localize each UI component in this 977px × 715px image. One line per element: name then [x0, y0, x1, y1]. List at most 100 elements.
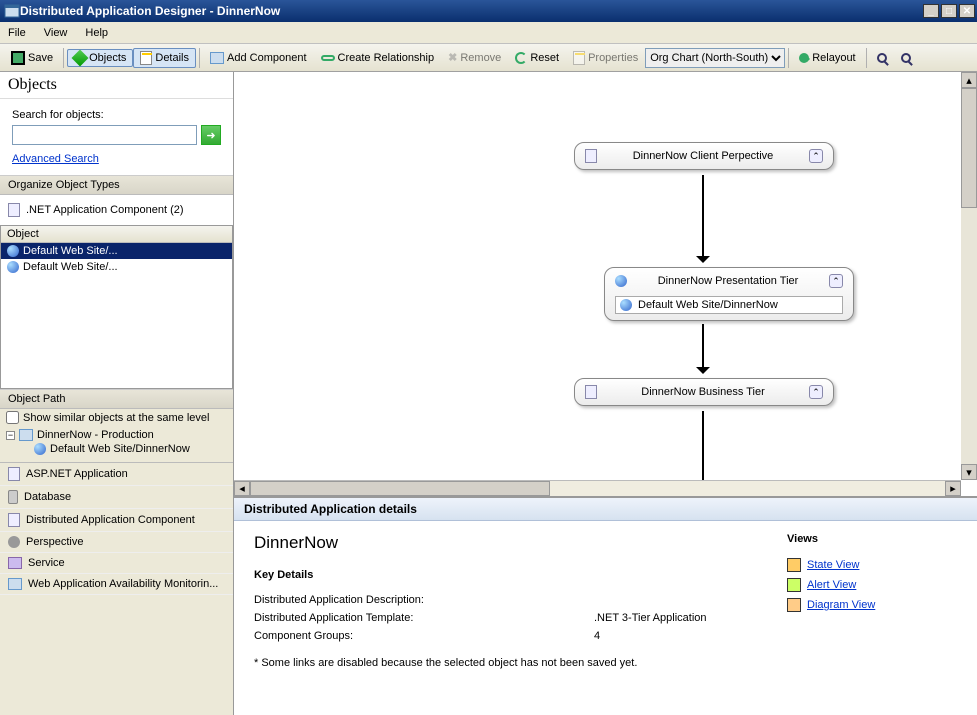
window-titlebar: Distributed Application Designer - Dinne…	[0, 0, 977, 22]
scroll-thumb[interactable]	[961, 88, 977, 208]
reset-button[interactable]: Reset	[508, 49, 566, 67]
node-title: DinnerNow Business Tier	[603, 386, 803, 398]
node-icon	[615, 275, 627, 287]
diagram-node-business[interactable]: DinnerNow Business Tier ⌃	[574, 378, 834, 406]
minimize-button[interactable]: _	[923, 4, 939, 18]
scroll-up-button[interactable]: ▴	[961, 72, 977, 88]
scroll-right-button[interactable]: ▸	[945, 481, 961, 496]
reset-icon	[515, 52, 527, 64]
list-item[interactable]: Database	[0, 486, 233, 509]
detail-row: Distributed Application Description:	[254, 591, 747, 609]
tree-child-label: Default Web Site/DinnerNow	[50, 443, 190, 455]
window-title: Distributed Application Designer - Dinne…	[20, 4, 923, 18]
list-item-label: Distributed Application Component	[26, 514, 195, 526]
objects-label: Objects	[89, 52, 126, 64]
grid-row-label: Default Web Site/...	[23, 245, 118, 257]
database-icon	[8, 490, 18, 504]
layout-dropdown[interactable]: Org Chart (North-South)	[645, 48, 785, 68]
list-item[interactable]: Perspective	[0, 532, 233, 553]
grid-row[interactable]: Default Web Site/...	[1, 243, 232, 259]
show-similar-checkbox[interactable]	[6, 411, 19, 424]
relayout-icon	[799, 53, 809, 63]
objects-panel: Objects Search for objects: ➜ Advanced S…	[0, 72, 234, 715]
tree-child[interactable]: Default Web Site/DinnerNow	[6, 442, 227, 456]
details-toggle[interactable]: Details	[133, 48, 196, 68]
search-input[interactable]	[12, 125, 197, 145]
menu-view[interactable]: View	[44, 27, 68, 39]
grid-header[interactable]: Object	[1, 226, 232, 243]
properties-button[interactable]: Properties	[566, 48, 645, 68]
menu-file[interactable]: File	[8, 27, 26, 39]
perspective-icon	[8, 536, 20, 548]
page-icon	[8, 203, 20, 217]
save-button[interactable]: Save	[4, 48, 60, 68]
diagram-node-client[interactable]: DinnerNow Client Perpective ⌃	[574, 142, 834, 170]
view-label: Alert View	[807, 579, 856, 591]
type-item-net-app[interactable]: .NET Application Component (2)	[8, 201, 225, 219]
maximize-button[interactable]: □	[941, 4, 957, 18]
add-component-label: Add Component	[227, 52, 307, 64]
collapse-icon[interactable]: ⌃	[809, 149, 823, 163]
connector	[702, 324, 704, 368]
remove-button[interactable]: ✖Remove	[441, 48, 508, 67]
list-item-label: ASP.NET Application	[26, 468, 128, 480]
objects-toggle[interactable]: Objects	[67, 49, 133, 67]
node-icon	[585, 149, 597, 163]
state-icon	[787, 558, 801, 572]
details-label: Details	[155, 52, 189, 64]
node-icon	[585, 385, 597, 399]
reset-label: Reset	[530, 52, 559, 64]
details-panel: Distributed Application details DinnerNo…	[234, 497, 977, 715]
cube-icon	[72, 49, 89, 66]
vertical-scrollbar[interactable]: ▴ ▾	[961, 72, 977, 480]
tree-collapse-icon[interactable]: −	[6, 431, 15, 440]
save-icon	[11, 51, 25, 65]
horizontal-scrollbar[interactable]: ◂ ▸	[234, 480, 961, 496]
menu-help[interactable]: Help	[85, 27, 108, 39]
diagram-canvas[interactable]: DinnerNow Client Perpective ⌃ DinnerNow P…	[234, 72, 977, 497]
show-similar-label: Show similar objects at the same level	[23, 412, 209, 424]
list-item[interactable]: ASP.NET Application	[0, 463, 233, 486]
app-icon	[4, 3, 20, 19]
view-link-alert[interactable]: Alert View	[787, 575, 957, 595]
diagram-icon	[787, 598, 801, 612]
list-item[interactable]: Distributed Application Component	[0, 509, 233, 532]
collapse-icon[interactable]: ⌃	[829, 274, 843, 288]
zoom-in-icon	[877, 53, 887, 63]
object-path-header: Object Path	[0, 389, 233, 409]
zoom-out-button[interactable]	[894, 50, 918, 66]
tree-root[interactable]: −DinnerNow - Production	[6, 428, 227, 442]
zoom-in-button[interactable]	[870, 50, 894, 66]
menu-bar: File View Help	[0, 22, 977, 44]
view-link-diagram[interactable]: Diagram View	[787, 595, 957, 615]
diagram-node-presentation[interactable]: DinnerNow Presentation Tier ⌃ Default Web…	[604, 267, 854, 321]
advanced-search-link[interactable]: Advanced Search	[12, 153, 99, 165]
detail-value: .NET 3-Tier Application	[594, 612, 707, 624]
connector	[702, 411, 704, 481]
monitor-icon	[8, 578, 22, 590]
search-go-button[interactable]: ➜	[201, 125, 221, 145]
type-item-label: .NET Application Component (2)	[26, 204, 184, 216]
scroll-left-button[interactable]: ◂	[234, 481, 250, 496]
relayout-button[interactable]: Relayout	[792, 49, 862, 67]
collapse-icon[interactable]: ⌃	[809, 385, 823, 399]
node-title: DinnerNow Presentation Tier	[633, 275, 823, 287]
create-relationship-button[interactable]: Create Relationship	[314, 49, 442, 67]
details-header: Distributed Application details	[234, 498, 977, 521]
close-button[interactable]: ✕	[959, 4, 975, 18]
view-link-state[interactable]: State View	[787, 555, 957, 575]
add-component-button[interactable]: Add Component	[203, 49, 314, 67]
list-item[interactable]: Service	[0, 553, 233, 574]
create-rel-label: Create Relationship	[338, 52, 435, 64]
globe-icon	[620, 299, 632, 311]
node-title: DinnerNow Client Perpective	[603, 150, 803, 162]
list-item[interactable]: Web Application Availability Monitorin..…	[0, 574, 233, 595]
search-label: Search for objects:	[12, 109, 221, 121]
remove-icon: ✖	[448, 51, 457, 64]
grid-row[interactable]: Default Web Site/...	[1, 259, 232, 275]
scroll-thumb[interactable]	[250, 481, 550, 496]
detail-label: Distributed Application Description:	[254, 594, 594, 606]
view-label: State View	[807, 559, 859, 571]
scroll-down-button[interactable]: ▾	[961, 464, 977, 480]
node-child-item[interactable]: Default Web Site/DinnerNow	[615, 296, 843, 314]
